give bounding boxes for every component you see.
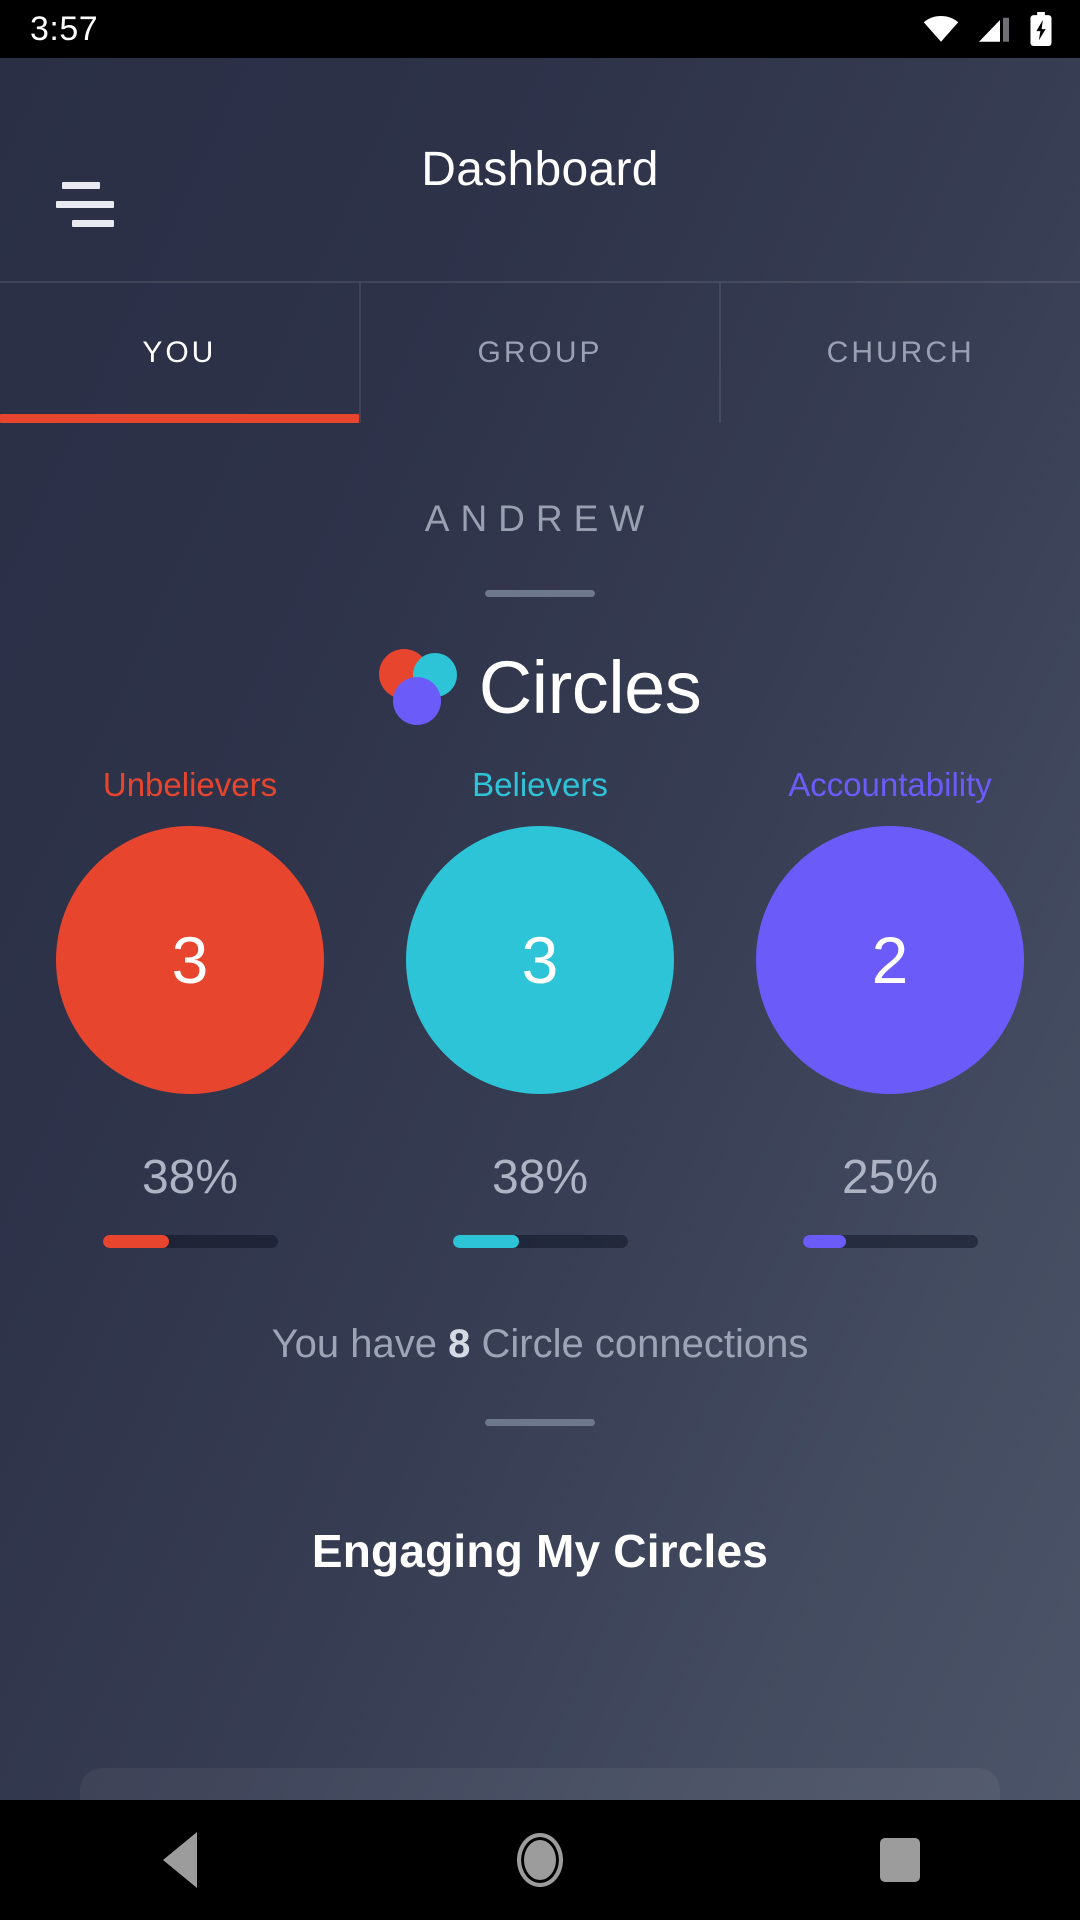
nav-recents-button[interactable] xyxy=(825,1800,975,1920)
metric-accountability-track xyxy=(802,1235,978,1248)
metric-accountability-label: Accountability xyxy=(788,766,992,803)
metric-accountability-percent: 25% xyxy=(841,1151,939,1204)
connections-summary: You have 8 Circle connections xyxy=(0,1322,1080,1367)
summary-count: 8 xyxy=(448,1322,471,1366)
tab-active-indicator xyxy=(0,414,359,423)
user-name: ANDREW xyxy=(424,498,656,539)
metric-unbelievers: Unbelievers 3 38% xyxy=(30,766,350,1248)
nav-home-button[interactable] xyxy=(465,1800,615,1920)
metric-believers-label: Believers xyxy=(472,766,608,803)
metric-believers-bubble[interactable]: 3 xyxy=(406,826,674,1094)
circles-brand: Circles xyxy=(0,645,1080,730)
metric-accountability-bubble[interactable]: 2 xyxy=(756,826,1024,1094)
tab-bar: YOU GROUP CHURCH xyxy=(0,283,1080,423)
nav-back-button[interactable] xyxy=(105,1800,255,1920)
app-bar: Dashboard xyxy=(0,58,1080,280)
metric-believers-fill xyxy=(452,1235,519,1248)
status-bar: 3:57 xyxy=(0,0,1080,58)
tab-you-label: YOU xyxy=(142,336,217,369)
tab-you[interactable]: YOU xyxy=(0,283,359,423)
metric-believers-percent: 38% xyxy=(491,1151,589,1204)
metric-unbelievers-bubble[interactable]: 3 xyxy=(56,826,324,1094)
metric-accountability-fill xyxy=(802,1235,847,1248)
dashboard-content: ANDREW Circles Unbelievers 3 38% Believe… xyxy=(0,423,1080,1800)
wifi-icon xyxy=(923,15,959,42)
tab-church[interactable]: CHURCH xyxy=(719,283,1080,423)
section-heading: Engaging My Circles xyxy=(311,1525,769,1577)
cellular-signal-icon xyxy=(979,17,1009,42)
status-clock: 3:57 xyxy=(30,9,99,48)
metric-believers: Believers 3 38% xyxy=(380,766,700,1248)
divider-top xyxy=(485,590,595,597)
status-icons xyxy=(922,12,1054,46)
android-nav-bar xyxy=(0,1800,1080,1920)
metric-unbelievers-percent: 38% xyxy=(141,1151,239,1204)
divider-bottom xyxy=(485,1419,595,1426)
metric-unbelievers-track xyxy=(102,1235,278,1248)
metrics-row: Unbelievers 3 38% Believers 3 38% Accoun… xyxy=(0,766,1080,1248)
circles-logo-icon xyxy=(378,648,457,727)
logo-circle-purple xyxy=(392,676,441,725)
tab-group-label: GROUP xyxy=(477,336,603,369)
battery-charging-icon xyxy=(1030,12,1052,46)
brand-title: Circles xyxy=(478,646,702,729)
metric-unbelievers-fill xyxy=(102,1235,169,1248)
summary-suffix: Circle connections xyxy=(470,1322,809,1366)
tab-group[interactable]: GROUP xyxy=(358,283,720,423)
recents-square-icon xyxy=(880,1838,920,1882)
tab-church-label: CHURCH xyxy=(826,336,975,369)
metric-accountability: Accountability 2 25% xyxy=(730,766,1050,1248)
phone-screen: 3:57 Dashboard YOU GROUP CHURCH ANDREW C… xyxy=(0,0,1080,1920)
metric-believers-track xyxy=(452,1235,628,1248)
home-circle-icon xyxy=(517,1833,563,1887)
metric-unbelievers-label: Unbelievers xyxy=(102,766,278,803)
page-title: Dashboard xyxy=(421,142,659,196)
summary-prefix: You have xyxy=(271,1322,449,1366)
back-triangle-icon xyxy=(163,1832,197,1888)
engaging-circles-card[interactable] xyxy=(80,1768,1000,1800)
